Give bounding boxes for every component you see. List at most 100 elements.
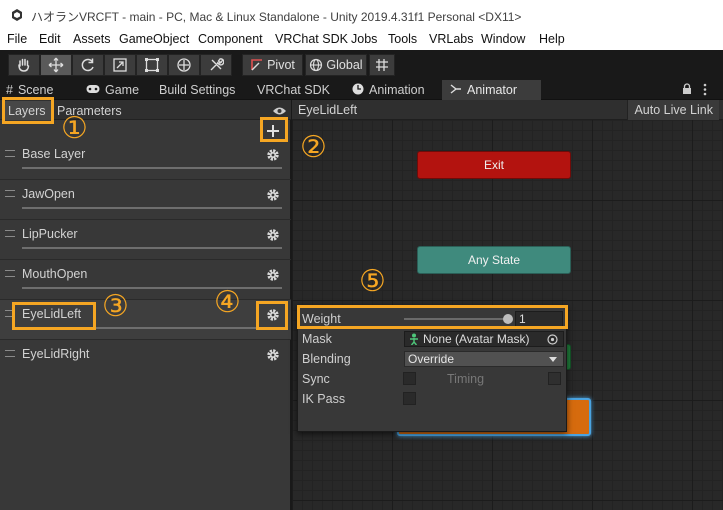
breadcrumb[interactable]: EyeLidLeft — [298, 103, 357, 117]
avatar-icon — [410, 333, 418, 345]
toolbar: Pivot Global — [0, 50, 723, 80]
scale-icon — [113, 58, 127, 72]
tab-game[interactable]: Game — [86, 80, 150, 100]
grid-snap-icon — [376, 59, 388, 71]
grid-snap-button[interactable] — [369, 54, 395, 76]
menu-file[interactable]: File — [7, 32, 27, 46]
animator-icon — [450, 83, 462, 98]
graph-header: EyeLidLeft Auto Live Link — [292, 100, 723, 120]
layer-name: JawOpen — [22, 187, 75, 201]
menu-gameobject[interactable]: GameObject — [119, 32, 189, 46]
layer-row[interactable]: EyeLidRight — [0, 340, 291, 380]
tab-game-label: Game — [105, 83, 140, 97]
auto-live-link-button[interactable]: Auto Live Link — [627, 100, 719, 120]
layer-name: EyeLidRight — [22, 347, 90, 361]
menu-assets[interactable]: Assets — [73, 32, 111, 46]
blending-value: Override — [408, 352, 455, 366]
global-label: Global — [326, 58, 363, 72]
tab-animation[interactable]: Animation — [352, 80, 432, 100]
mask-value: None (Avatar Mask) — [423, 332, 530, 346]
lock-icon[interactable] — [682, 83, 692, 98]
unity-logo-icon — [11, 9, 23, 21]
mask-label: Mask — [302, 332, 332, 346]
layer-name: MouthOpen — [22, 267, 88, 281]
gear-icon[interactable] — [266, 228, 280, 245]
game-icon — [86, 83, 100, 97]
gear-icon[interactable] — [266, 268, 280, 285]
tab-build-settings-label: Build Settings — [159, 83, 236, 97]
exit-state[interactable]: Exit — [417, 151, 571, 179]
menu-help[interactable]: Help — [539, 32, 565, 46]
rect-tool-button[interactable] — [136, 54, 168, 76]
move-tool-button[interactable] — [40, 54, 72, 76]
menu-tools[interactable]: Tools — [388, 32, 417, 46]
menu-vrchat-sdk[interactable]: VRChat SDK — [275, 32, 348, 46]
menu-bar: File Edit Assets GameObject Component VR… — [0, 30, 723, 50]
gear-icon[interactable] — [266, 148, 280, 165]
layer-weight-bar — [22, 287, 282, 289]
tab-animation-label: Animation — [369, 83, 425, 97]
layer-name: Base Layer — [22, 147, 86, 161]
menu-jobs[interactable]: Jobs — [351, 32, 377, 46]
pivot-toggle-button[interactable]: Pivot — [242, 54, 303, 76]
sync-checkbox[interactable] — [403, 372, 416, 385]
scene-icon: # — [6, 83, 13, 97]
rotate-tool-button[interactable] — [72, 54, 104, 76]
transform-tool-button[interactable] — [168, 54, 200, 76]
highlight-weight — [297, 305, 568, 329]
move-icon — [48, 57, 64, 73]
ik-pass-checkbox[interactable] — [403, 392, 416, 405]
globe-icon — [310, 58, 323, 72]
mask-field[interactable]: None (Avatar Mask) — [404, 331, 564, 347]
layer-row[interactable]: JawOpen — [0, 180, 291, 220]
custom-tool-button[interactable] — [200, 54, 232, 76]
gear-icon[interactable] — [266, 348, 280, 365]
layer-name: LipPucker — [22, 227, 78, 241]
drag-handle-icon[interactable] — [5, 350, 15, 357]
layer-weight-bar — [22, 247, 282, 249]
ik-pass-label: IK Pass — [302, 392, 346, 406]
tab-scene-label: Scene — [17, 83, 54, 97]
layer-weight-bar — [22, 207, 282, 209]
annotation-marker: ② — [300, 130, 327, 165]
menu-window[interactable]: Window — [481, 32, 525, 46]
title-bar: ハオランVRCFT - main - PC, Mac & Linux Stand… — [0, 0, 723, 30]
pivot-icon — [251, 59, 263, 71]
tab-animator-label: Animator — [467, 83, 518, 97]
annotation-marker: ① — [61, 111, 88, 146]
layer-row[interactable]: Base Layer — [0, 140, 291, 180]
hand-tool-button[interactable] — [8, 54, 40, 76]
tools-icon — [210, 58, 224, 71]
menu-component[interactable]: Component — [198, 32, 263, 46]
global-toggle-button[interactable]: Global — [305, 54, 367, 76]
any-state[interactable]: Any State — [417, 246, 571, 274]
tab-animator[interactable]: Animator — [442, 80, 541, 100]
highlight-layer-name — [12, 302, 96, 330]
scale-tool-button[interactable] — [104, 54, 136, 76]
menu-vrlabs[interactable]: VRLabs — [429, 32, 473, 46]
highlight-layers-tab — [2, 97, 54, 124]
animation-icon — [352, 83, 364, 98]
annotation-marker: ④ — [214, 285, 241, 320]
rect-icon — [145, 58, 159, 72]
timing-checkbox[interactable] — [548, 372, 561, 385]
layer-row[interactable]: LipPucker — [0, 220, 291, 260]
drag-handle-icon[interactable] — [5, 190, 15, 197]
pivot-label: Pivot — [267, 58, 295, 72]
more-options-icon[interactable] — [703, 83, 707, 99]
drag-handle-icon[interactable] — [5, 270, 15, 277]
highlight-gear — [256, 301, 288, 330]
drag-handle-icon[interactable] — [5, 230, 15, 237]
drag-handle-icon[interactable] — [5, 150, 15, 157]
dropdown-arrow-icon — [549, 357, 557, 362]
hand-icon — [18, 58, 30, 72]
layer-row[interactable]: MouthOpen — [0, 260, 291, 300]
blending-dropdown[interactable]: Override — [404, 351, 564, 367]
tab-vrchat-sdk-label: VRChat SDK — [257, 83, 330, 97]
editor-tab-bar: # Scene Game Build Settings VRChat SDK A… — [0, 80, 723, 100]
tab-build-settings[interactable]: Build Settings — [159, 80, 247, 100]
menu-edit[interactable]: Edit — [39, 32, 61, 46]
object-picker-icon[interactable] — [547, 333, 558, 345]
tab-vrchat-sdk[interactable]: VRChat SDK — [257, 80, 337, 100]
gear-icon[interactable] — [266, 188, 280, 205]
